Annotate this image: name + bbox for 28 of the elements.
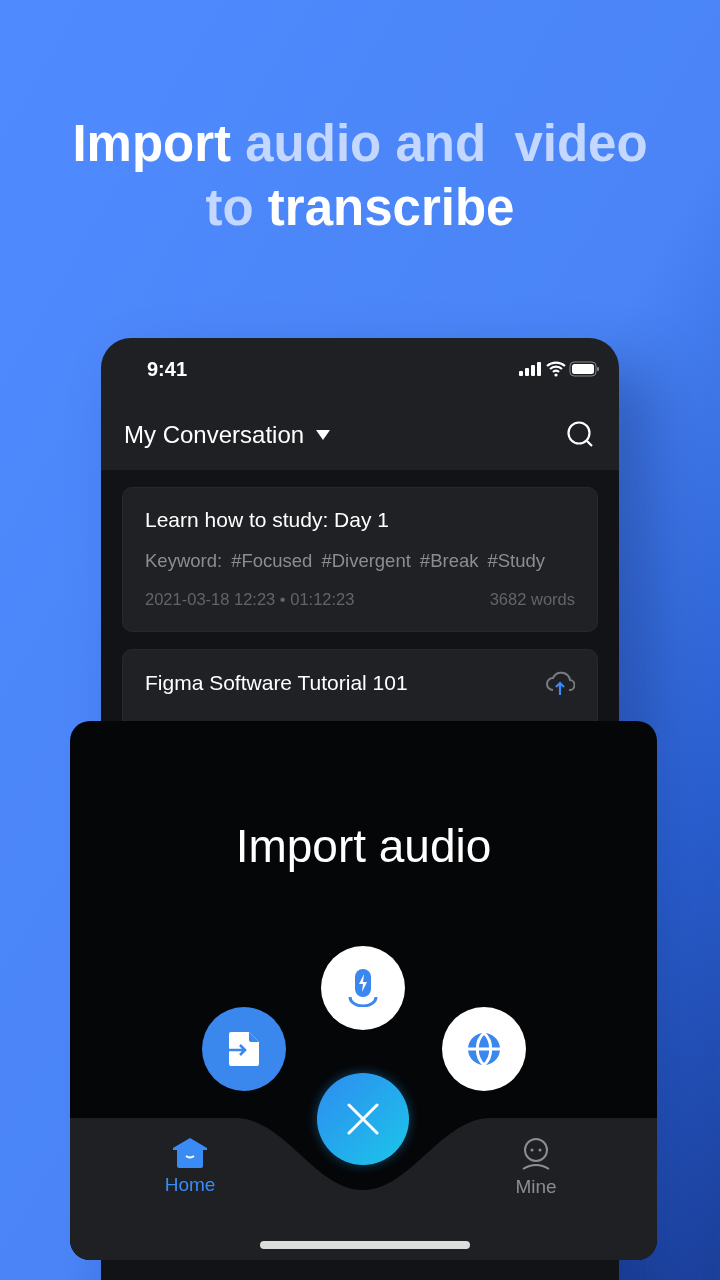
keyword-tag: #Focused — [231, 550, 313, 572]
conversation-card[interactable]: Learn how to study: Day 1 Keyword: #Focused #Divergent #Break #Study 2021-03-18 12:23 • 01:12:23 3682 words — [122, 487, 598, 632]
globe-icon — [466, 1031, 502, 1067]
conversation-dropdown[interactable]: My Conversation — [124, 421, 331, 449]
conversation-title: Learn how to study: Day 1 — [145, 508, 389, 532]
profile-icon — [521, 1138, 551, 1170]
keyword-tag: #Divergent — [321, 550, 411, 572]
file-import-icon — [229, 1032, 259, 1066]
battery-icon — [569, 361, 599, 377]
word-count: 3682 words — [489, 590, 575, 609]
sheet-title: Import audio — [234, 819, 493, 873]
wifi-icon — [545, 361, 567, 377]
status-time: 9:41 — [147, 357, 188, 381]
tab-item[interactable]: Mine — [476, 1138, 596, 1198]
signal-icon — [519, 362, 541, 376]
headline: Import audio and video to transcribe — [71, 114, 649, 238]
keyword-tag: #Break — [419, 550, 479, 572]
close-button[interactable] — [317, 1073, 409, 1165]
keyword-tag: #Study — [487, 550, 546, 572]
conversation-title: Figma Software Tutorial 101 — [145, 671, 408, 695]
close-icon — [347, 1103, 379, 1135]
conversation-meta: 2021-03-18 12:23 • 01:12:23 — [145, 590, 355, 609]
tab-item[interactable]: Home — [130, 1138, 250, 1196]
keyword-label: Keyword: — [145, 550, 223, 572]
home-icon — [173, 1138, 207, 1168]
search-icon[interactable] — [567, 421, 595, 449]
microphone-icon — [348, 969, 378, 1007]
caret-icon — [316, 430, 331, 440]
